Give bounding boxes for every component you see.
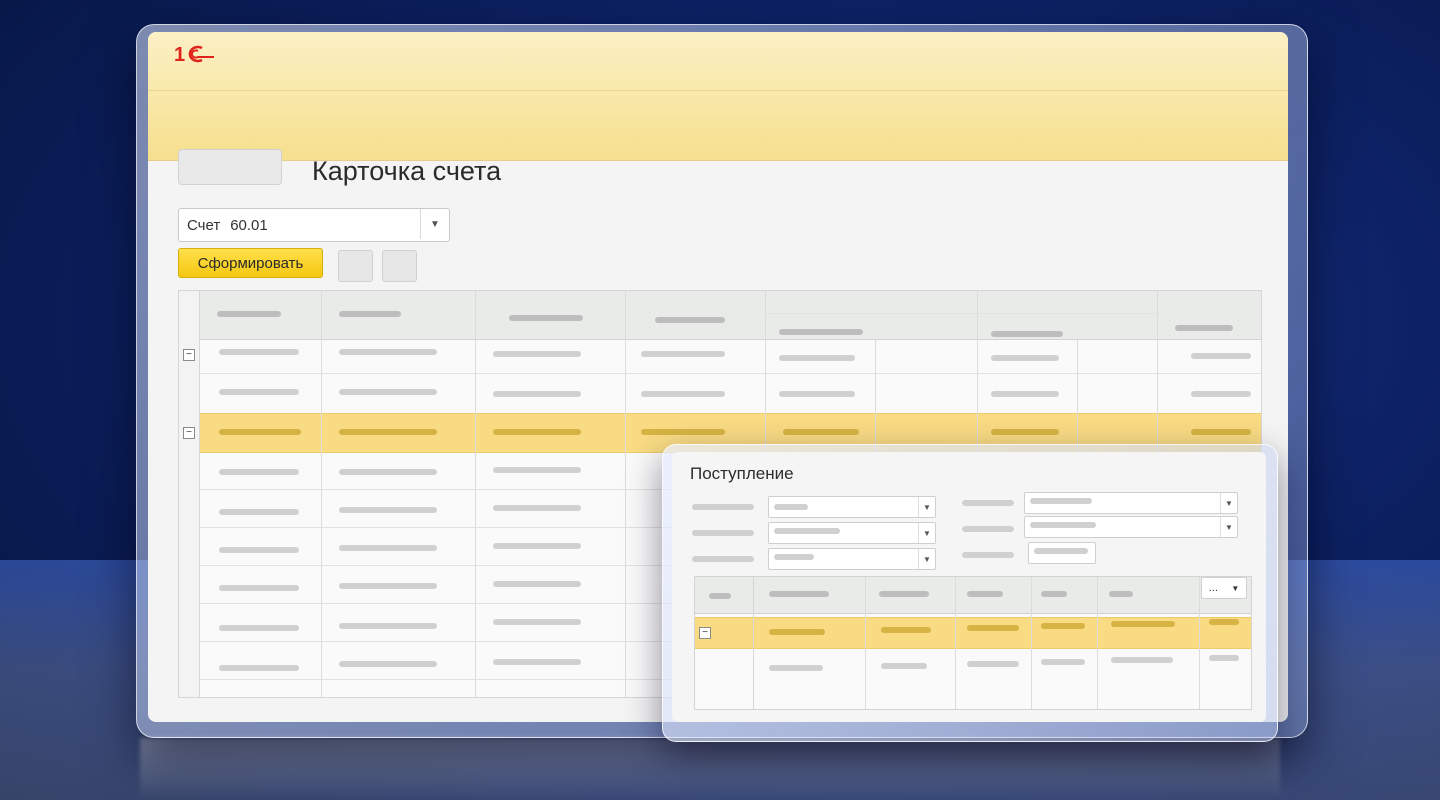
collapse-toggle-icon[interactable]: −	[183, 349, 195, 361]
page-title: Карточка счета	[312, 156, 502, 186]
receipt-window: Поступление ▼ ▼ ▼ ▼ ▼ ... ▼ −	[672, 452, 1266, 722]
account-select-value: 60.01	[230, 216, 268, 234]
chevron-down-icon: ▼	[1231, 583, 1240, 593]
field-label	[962, 552, 1014, 558]
top-bar: 1	[148, 32, 1288, 161]
generate-button[interactable]: Сформировать	[178, 248, 323, 278]
field-label	[692, 504, 754, 510]
account-select-label: Счет	[187, 216, 221, 234]
chevron-down-icon[interactable]: ▼	[1220, 493, 1237, 513]
svg-text:1: 1	[174, 44, 185, 66]
toolbar-button-2[interactable]	[382, 250, 417, 282]
chevron-down-icon[interactable]: ▼	[420, 209, 449, 239]
chevron-down-icon[interactable]: ▼	[918, 497, 935, 517]
field-label	[692, 556, 754, 562]
account-select[interactable]: Счет 60.01 ▼	[178, 208, 450, 242]
chevron-down-icon[interactable]: ▼	[1220, 517, 1237, 537]
collapse-toggle-icon[interactable]: −	[699, 627, 711, 639]
chevron-down-icon[interactable]: ▼	[918, 523, 935, 543]
chevron-down-icon[interactable]: ▼	[918, 549, 935, 569]
receipt-window-title: Поступление	[690, 464, 794, 483]
more-actions-button[interactable]: ... ▼	[1201, 577, 1247, 599]
field-label	[962, 500, 1014, 506]
field-label	[962, 526, 1014, 532]
receipt-table: ... ▼ −	[694, 576, 1252, 710]
window-reflection	[140, 738, 1280, 800]
top-bar-divider	[148, 90, 1288, 91]
field-label	[692, 530, 754, 536]
toolbar-button-1[interactable]	[338, 250, 373, 282]
collapse-toggle-icon[interactable]: −	[183, 427, 195, 439]
back-button[interactable]	[178, 149, 282, 185]
1c-logo-icon: 1	[174, 44, 214, 66]
more-actions-label: ...	[1208, 582, 1218, 594]
